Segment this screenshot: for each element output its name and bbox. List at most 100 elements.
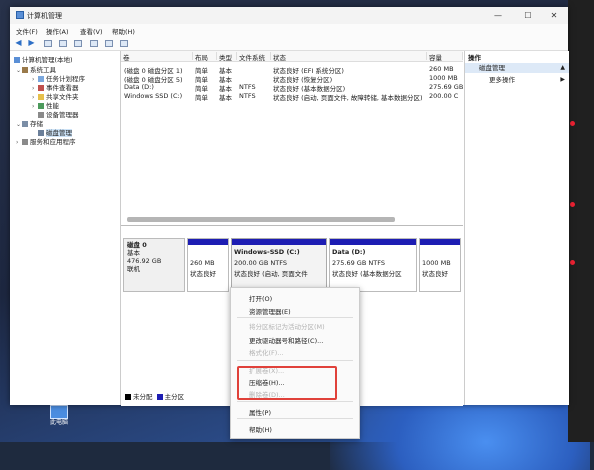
menu-separator xyxy=(237,418,353,419)
column-header-type[interactable]: 类型 xyxy=(217,52,237,62)
tree-system-tools[interactable]: ⌄ 系统工具 xyxy=(16,66,56,75)
horizontal-scrollbar[interactable] xyxy=(127,217,395,222)
partition-size: 200.00 GB NTFS xyxy=(234,259,287,267)
menu-item-help[interactable]: 帮助(H) xyxy=(249,424,272,434)
properties-icon[interactable] xyxy=(90,40,98,47)
partition-data-d[interactable]: Data (D:) 275.69 GB NTFS 状态良好 (基本数据分区 xyxy=(329,238,417,292)
column-header-capacity[interactable]: 容量 xyxy=(427,52,463,62)
view-icon[interactable] xyxy=(105,40,113,47)
actions-header: 操作 xyxy=(468,54,481,62)
volume-list: 卷 布局 类型 文件系统 状态 容量 (磁盘 0 磁盘分区 1) 简单 基本 状… xyxy=(121,51,463,223)
column-header-volume[interactable]: 卷 xyxy=(121,52,193,62)
volume-capacity: 275.69 GB xyxy=(429,83,463,91)
menu-item-change-drive-letter[interactable]: 更改驱动器号和路径(C)... xyxy=(249,335,323,345)
menu-help[interactable]: 帮助(H) xyxy=(112,26,135,36)
show-hide-tree-icon[interactable] xyxy=(59,40,67,47)
event-log-icon xyxy=(38,85,44,91)
volume-list-header: 卷 布局 类型 文件系统 状态 容量 xyxy=(121,51,463,62)
services-icon xyxy=(22,139,28,145)
tree-shared-folders[interactable]: › 共享文件夹 xyxy=(32,93,79,102)
settings-icon[interactable] xyxy=(120,40,128,47)
legend-primary: 主分区 xyxy=(164,393,185,401)
forward-arrow-icon[interactable]: ▶ xyxy=(27,39,36,47)
volume-fs: NTFS xyxy=(239,92,256,100)
disk-type: 基本 xyxy=(127,249,140,257)
title-bar[interactable]: 计算机管理 — ☐ ✕ xyxy=(10,7,568,24)
column-header-status[interactable]: 状态 xyxy=(271,52,427,62)
performance-icon xyxy=(38,103,44,109)
actions-section-disk-management[interactable]: 磁盘管理 ▲ xyxy=(465,63,569,73)
toolbar: ◀ ▶ xyxy=(10,36,568,51)
tree-services-apps[interactable]: › 服务和应用程序 xyxy=(16,138,76,147)
disk-info-panel[interactable]: 磁盘 0 基本 476.92 GB 联机 xyxy=(123,238,185,292)
menu-separator xyxy=(237,401,353,402)
computer-management-icon xyxy=(16,11,24,19)
legend-unallocated: 未分配 xyxy=(133,393,153,401)
partition-efi[interactable]: 260 MB 状态良好 xyxy=(187,238,229,292)
submenu-arrow-icon: ▶ xyxy=(560,76,565,83)
partition-recovery[interactable]: 1000 MB 状态良好 xyxy=(419,238,461,292)
menu-item-open[interactable]: 打开(O) xyxy=(249,293,272,303)
close-button[interactable]: ✕ xyxy=(542,9,566,22)
folder-icon xyxy=(38,94,44,100)
partition-size: 275.69 GB NTFS xyxy=(332,259,385,267)
menu-file[interactable]: 文件(F) xyxy=(16,26,38,36)
table-row[interactable]: Windows SSD (C:) 简单 基本 NTFS 状态良好 (启动, 页面… xyxy=(121,92,463,102)
tree-root[interactable]: 计算机管理(本地) xyxy=(14,56,73,65)
tree-event-viewer[interactable]: › 事件查看器 xyxy=(32,84,79,93)
device-icon xyxy=(38,112,44,118)
clock-icon xyxy=(38,76,44,82)
volume-capacity: 200.00 C xyxy=(429,92,459,100)
partition-title: Data (D:) xyxy=(332,248,366,256)
column-header-layout[interactable]: 布局 xyxy=(193,52,217,62)
tree-device-manager[interactable]: 设备管理器 xyxy=(38,111,79,120)
menu-action[interactable]: 操作(A) xyxy=(46,26,69,36)
maximize-button[interactable]: ☐ xyxy=(516,9,540,22)
notification-dot xyxy=(570,260,575,265)
notification-dot xyxy=(570,202,575,207)
partition-status: 状态良好 xyxy=(190,270,216,278)
menu-view[interactable]: 查看(V) xyxy=(80,26,103,36)
actions-section-label: 磁盘管理 xyxy=(479,64,505,72)
tree-storage[interactable]: ⌄ 存储 xyxy=(16,120,43,129)
volume-name: Data (D:) xyxy=(124,83,154,91)
background-app-strip xyxy=(568,0,594,442)
up-folder-icon[interactable] xyxy=(44,40,52,47)
partition-status: 状态良好 (启动, 页面文件 xyxy=(234,270,308,278)
tree-disk-management[interactable]: 磁盘管理 xyxy=(38,129,72,138)
back-arrow-icon[interactable]: ◀ xyxy=(14,39,23,47)
table-row[interactable]: (磁盘 0 磁盘分区 1) 简单 基本 状态良好 (EFI 系统分区) 260 … xyxy=(121,65,463,75)
volume-fs: NTFS xyxy=(239,83,256,91)
menu-item-explore[interactable]: 资源管理器(E) xyxy=(249,306,291,316)
partition-color-bar xyxy=(330,239,416,245)
shrink-volume-highlight xyxy=(237,366,337,400)
menu-bar: 文件(F) 操作(A) 查看(V) 帮助(H) xyxy=(10,24,568,36)
computer-icon xyxy=(50,405,68,419)
help-icon[interactable] xyxy=(74,40,82,47)
disk-state: 联机 xyxy=(127,265,140,273)
collapse-arrow-icon[interactable]: ▲ xyxy=(560,63,565,73)
console-tree: 计算机管理(本地) ⌄ 系统工具 › 任务计划程序 › 事件查看器 › 共享文件夹 › 性… xyxy=(10,51,121,405)
window-title: 计算机管理 xyxy=(27,12,62,20)
partition-size: 260 MB xyxy=(190,259,215,267)
disk-legend: 未分配 主分区 xyxy=(125,391,184,401)
volume-type: 基本 xyxy=(219,94,232,102)
tree-task-scheduler[interactable]: › 任务计划程序 xyxy=(32,75,85,84)
disk-icon xyxy=(38,130,44,136)
volume-name: Windows SSD (C:) xyxy=(124,92,183,100)
minimize-button[interactable]: — xyxy=(486,9,510,22)
menu-item-properties[interactable]: 属性(P) xyxy=(249,407,271,417)
table-row[interactable]: (磁盘 0 磁盘分区 5) 简单 基本 状态良好 (恢复分区) 1000 MB xyxy=(121,74,463,84)
volume-layout: 简单 xyxy=(195,94,208,102)
more-actions-label: 更多操作 xyxy=(489,76,515,84)
desktop-icon-label: 此电脑 xyxy=(49,419,68,426)
desktop-icon-this-pc[interactable]: 此电脑 xyxy=(45,405,73,431)
tree-performance[interactable]: › 性能 xyxy=(32,102,59,111)
table-row[interactable]: Data (D:) 简单 基本 NTFS 状态良好 (基本数据分区) 275.6… xyxy=(121,83,463,93)
partition-windows-c[interactable]: Windows-SSD (C:) 200.00 GB NTFS 状态良好 (启动… xyxy=(231,238,327,292)
partition-title: Windows-SSD (C:) xyxy=(234,248,300,256)
partition-color-bar xyxy=(188,239,228,245)
menu-item-format: 格式化(F)... xyxy=(249,349,284,357)
column-header-filesystem[interactable]: 文件系统 xyxy=(237,52,271,62)
more-actions[interactable]: 更多操作 ▶ xyxy=(465,75,569,85)
